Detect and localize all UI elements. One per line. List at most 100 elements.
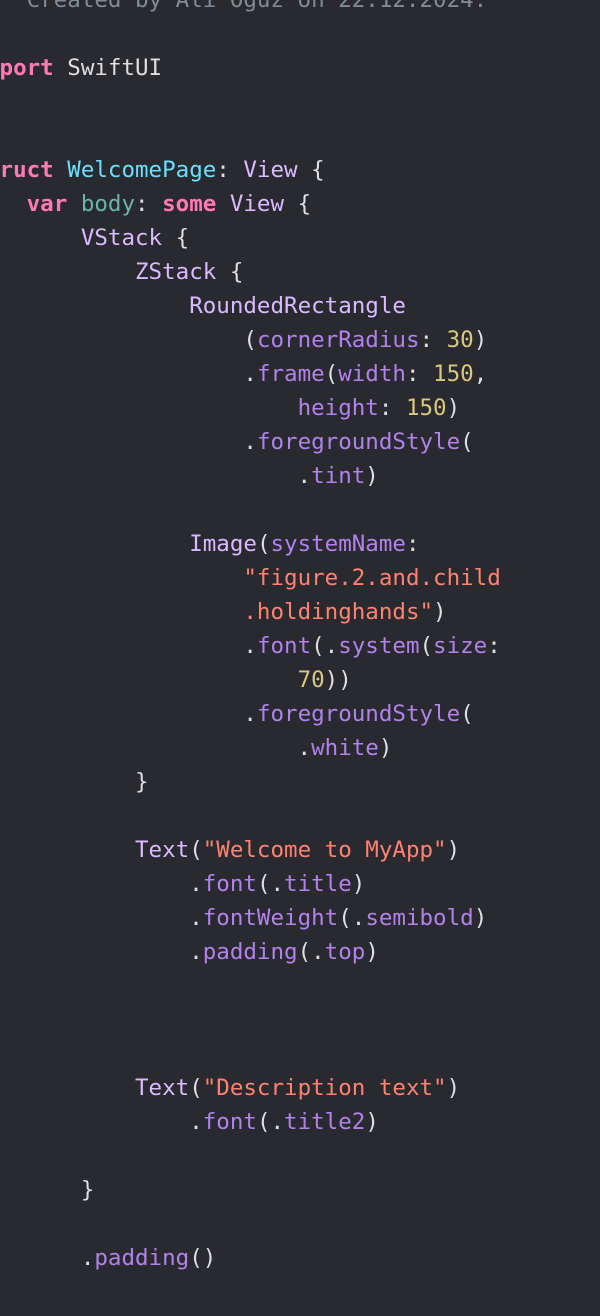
code-token: width bbox=[338, 361, 406, 387]
code-line[interactable]: .fontWeight(.semibold) bbox=[0, 901, 487, 935]
code-token: : bbox=[405, 361, 434, 387]
code-line[interactable]: "figure.2.and.child bbox=[0, 561, 500, 595]
code-token: ) bbox=[365, 1109, 379, 1135]
code-token: . bbox=[0, 1109, 203, 1135]
code-token: padding bbox=[94, 1245, 190, 1271]
code-token: WelcomePage bbox=[67, 157, 217, 183]
code-line[interactable]: } bbox=[0, 1309, 41, 1316]
code-line[interactable]: .tint) bbox=[0, 459, 379, 493]
code-line[interactable]: (cornerRadius: 30) bbox=[0, 323, 487, 357]
code-line[interactable]: .foregroundStyle( bbox=[0, 697, 474, 731]
code-token: "Welcome to MyApp" bbox=[202, 837, 447, 863]
code-token: . bbox=[0, 701, 257, 727]
code-line[interactable]: .white) bbox=[0, 731, 393, 765]
code-token: . bbox=[0, 735, 312, 761]
code-token: font bbox=[256, 633, 312, 659]
code-token: (. bbox=[338, 905, 366, 931]
code-token: systemName bbox=[270, 531, 406, 557]
code-token: foregroundStyle bbox=[256, 701, 461, 727]
code-line[interactable]: .foregroundStyle( bbox=[0, 425, 474, 459]
code-token: 70 bbox=[297, 667, 325, 693]
code-line[interactable]: .font(.title) bbox=[0, 867, 365, 901]
code-token: ) bbox=[473, 327, 488, 353]
code-token: { bbox=[216, 259, 244, 285]
code-line[interactable]: .font(.title2) bbox=[0, 1105, 379, 1139]
code-token: ) bbox=[446, 395, 461, 421]
code-token: frame bbox=[256, 361, 325, 387]
code-token: . bbox=[0, 939, 203, 965]
code-token: (. bbox=[256, 871, 285, 897]
code-token: ( bbox=[256, 531, 271, 557]
code-token: some bbox=[162, 191, 217, 217]
code-token: ( bbox=[460, 429, 474, 455]
code-token: 150 bbox=[405, 395, 447, 421]
code-token: font bbox=[202, 1109, 257, 1135]
code-line[interactable]: / Created by Ali Oguz on 22.12.2024. bbox=[0, 0, 488, 17]
code-token: title2 bbox=[284, 1109, 366, 1135]
code-token: ) bbox=[365, 939, 379, 965]
code-token: ) bbox=[378, 735, 393, 761]
code-line[interactable]: height: 150) bbox=[0, 391, 461, 425]
code-line[interactable]: .padding(.top) bbox=[0, 935, 379, 969]
code-token: } bbox=[80, 1177, 95, 1203]
code-token: { bbox=[162, 225, 190, 251]
code-line[interactable]: ZStack { bbox=[0, 255, 243, 289]
code-line[interactable]: var body: some View { bbox=[0, 187, 311, 221]
code-token: system bbox=[338, 633, 420, 659]
code-token: body bbox=[80, 191, 136, 217]
code-line[interactable]: .padding() bbox=[0, 1241, 216, 1275]
code-token: View bbox=[243, 157, 298, 183]
code-token: ( bbox=[189, 837, 203, 863]
code-token: height bbox=[297, 395, 379, 421]
code-token: truct bbox=[0, 157, 54, 183]
code-line[interactable]: Text("Welcome to MyApp") bbox=[0, 833, 460, 867]
code-line[interactable]: } bbox=[0, 1173, 95, 1207]
code-token: cornerRadius bbox=[256, 327, 420, 353]
code-line[interactable]: Image(systemName: bbox=[0, 527, 420, 561]
code-token: .holdinghands" bbox=[243, 599, 434, 625]
code-token: ( bbox=[324, 361, 339, 387]
code-token: size bbox=[433, 633, 488, 659]
code-token: ) bbox=[446, 837, 461, 863]
code-token: padding bbox=[202, 939, 298, 965]
code-line[interactable]: .holdinghands") bbox=[0, 595, 447, 629]
code-token: ZStack bbox=[135, 259, 217, 285]
code-token: VStack bbox=[80, 225, 163, 251]
code-line[interactable]: Text("Description text") bbox=[0, 1071, 460, 1105]
code-token: ) bbox=[446, 1075, 461, 1101]
code-token: Text bbox=[135, 1075, 190, 1101]
code-token: : bbox=[216, 157, 244, 183]
code-token: )) bbox=[324, 667, 352, 693]
code-token: } bbox=[0, 769, 149, 795]
code-token: Image bbox=[189, 531, 257, 557]
code-editor[interactable]: / Created by Ali Oguz on 22.12.2024./mpo… bbox=[0, 0, 600, 1316]
code-token: ( bbox=[189, 1075, 203, 1101]
code-line[interactable]: truct WelcomePage: View { bbox=[0, 153, 325, 187]
code-token: ( bbox=[419, 633, 434, 659]
code-token: . bbox=[0, 905, 203, 931]
code-token: top bbox=[324, 939, 366, 965]
code-token: : bbox=[135, 191, 163, 217]
code-line[interactable]: RoundedRectangle bbox=[0, 289, 406, 323]
code-token: title bbox=[284, 871, 352, 897]
code-line[interactable]: 70)) bbox=[0, 663, 352, 697]
code-line[interactable]: .font(.system(size: bbox=[0, 629, 500, 663]
code-token: ) bbox=[433, 599, 447, 625]
code-token: ( bbox=[460, 701, 474, 727]
code-line[interactable]: } bbox=[0, 765, 149, 799]
code-line[interactable]: VStack { bbox=[0, 221, 189, 255]
code-line[interactable]: mport SwiftUI bbox=[0, 51, 162, 85]
code-token: : bbox=[405, 531, 420, 557]
code-line[interactable]: .frame(width: 150, bbox=[0, 357, 487, 391]
code-token: RoundedRectangle bbox=[189, 293, 406, 319]
